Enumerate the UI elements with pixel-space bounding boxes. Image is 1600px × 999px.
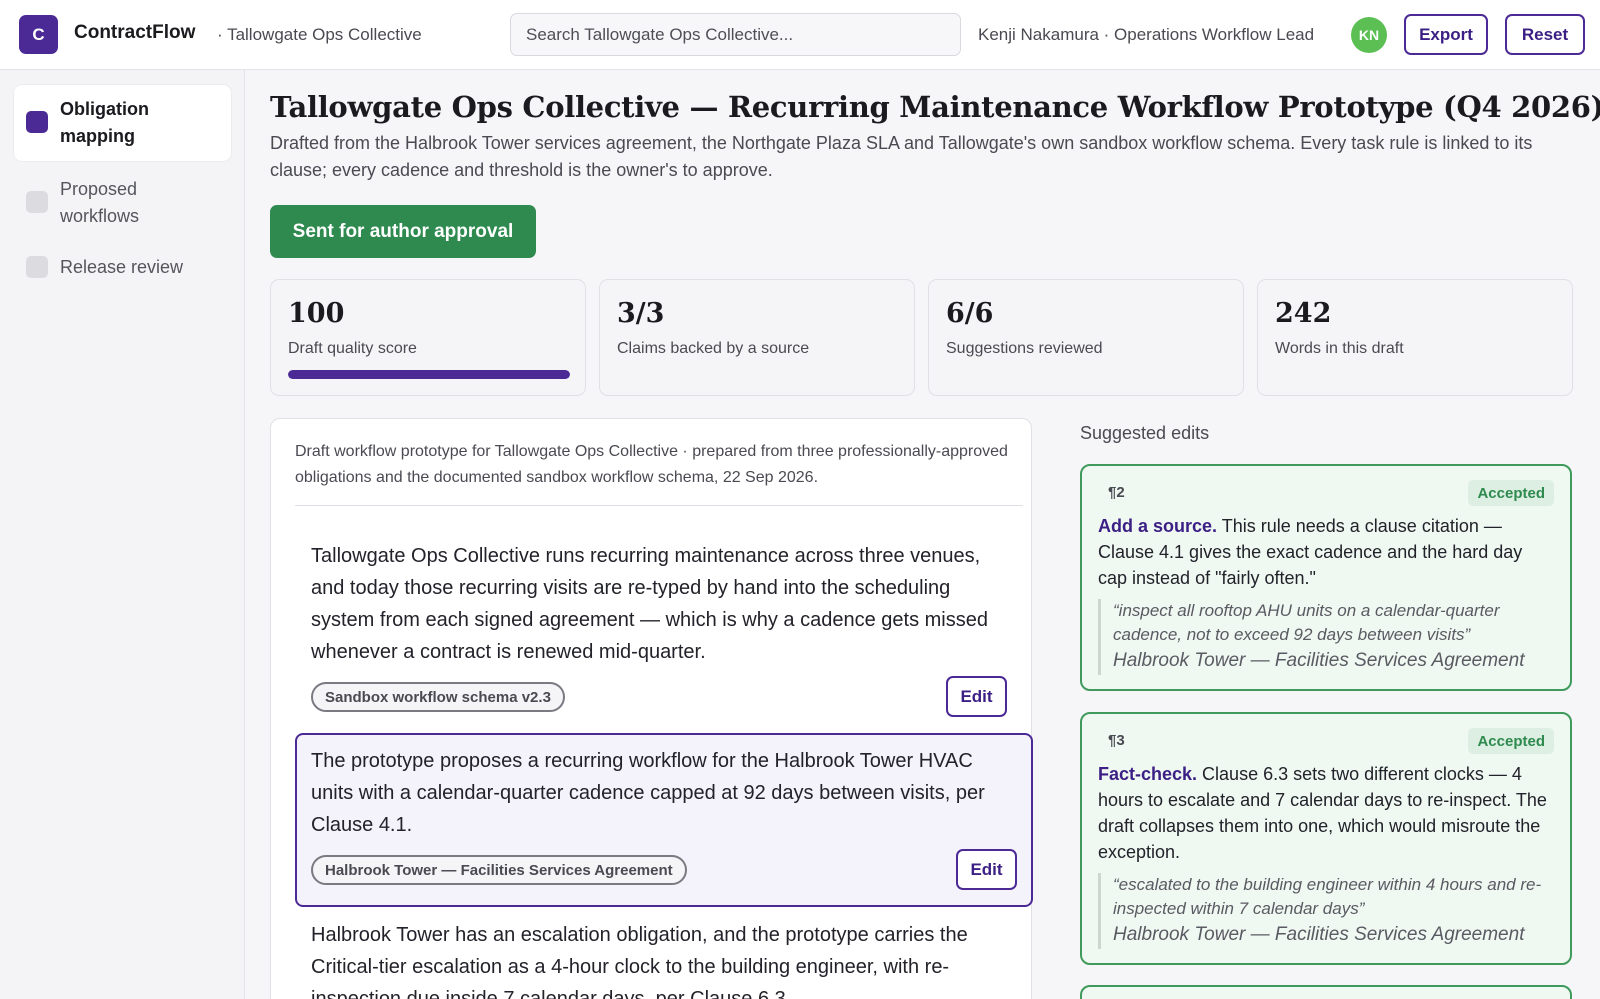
stat-card-words: 242 Words in this draft — [1257, 279, 1573, 396]
stat-card-quality: 100 Draft quality score — [270, 279, 586, 396]
stat-label: Words in this draft — [1275, 340, 1404, 357]
suggestion-card[interactable]: ¶2 Accepted Add a source. This rule need… — [1080, 464, 1572, 691]
checkbox-icon — [26, 256, 48, 278]
draft-panel: Draft workflow prototype for Tallowgate … — [270, 418, 1033, 999]
suggestion-body: Add a source. This rule needs a clause c… — [1098, 513, 1554, 591]
edit-button[interactable]: Edit — [946, 676, 1007, 717]
author-approval-button[interactable]: Sent for author approval — [270, 205, 536, 258]
quote-text: “inspect all rooftop AHU units on a cale… — [1113, 601, 1500, 644]
stat-value: 6/6 — [946, 298, 994, 329]
sidebar-item-label: Release review — [60, 257, 184, 277]
clause-quote: “escalated to the building engineer with… — [1098, 873, 1554, 949]
suggestions-heading: Suggested edits — [1080, 423, 1210, 443]
app-name: ContractFlow — [74, 22, 196, 43]
source-pill[interactable]: Sandbox workflow schema v2.3 — [311, 682, 565, 712]
draft-paragraph-2[interactable]: The prototype proposes a recurring workf… — [295, 733, 1033, 907]
paragraph-text: The prototype proposes a recurring workf… — [311, 750, 985, 836]
quote-source: Halbrook Tower — Facilities Services Agr… — [1113, 650, 1525, 671]
suggestion-card[interactable]: ¶3 Accepted Fact-check. Clause 6.3 sets … — [1080, 712, 1572, 965]
user-label: Kenji Nakamura · Operations Workflow Lea… — [978, 25, 1315, 44]
stat-value: 242 — [1275, 298, 1332, 329]
stat-card-claims: 3/3 Claims backed by a source — [599, 279, 915, 396]
draft-header: Draft workflow prototype for Tallowgate … — [295, 439, 1023, 506]
checkbox-icon — [26, 111, 48, 133]
sidebar-item-label: Proposed workflows — [60, 179, 140, 226]
suggestion-body: Fact-check. Clause 6.3 sets two differen… — [1098, 761, 1554, 865]
export-button[interactable]: Export — [1404, 14, 1488, 55]
search-input[interactable] — [510, 13, 961, 56]
stat-label: Claims backed by a source — [617, 340, 810, 357]
quality-progress-fill — [288, 370, 570, 379]
paragraph-text: Tallowgate Ops Collective runs recurring… — [311, 545, 988, 663]
workspace-name: · Tallowgate Ops Collective — [217, 25, 422, 44]
top-bar: C ContractFlow · Tallowgate Ops Collecti… — [0, 0, 1600, 70]
suggestion-paragraph-ref: ¶2 — [1108, 484, 1125, 501]
source-pill[interactable]: Halbrook Tower — Facilities Services Agr… — [311, 855, 687, 885]
quote-text: “escalated to the building engineer with… — [1113, 875, 1542, 918]
edit-button[interactable]: Edit — [956, 849, 1017, 890]
avatar[interactable]: KN — [1351, 17, 1387, 53]
sidebar-item-obligation-mapping[interactable]: Obligation mapping — [14, 85, 231, 161]
suggestion-card[interactable] — [1080, 985, 1572, 999]
paragraph-text: Halbrook Tower has an escalation obligat… — [311, 924, 968, 999]
page-title: Tallowgate Ops Collective — Recurring Ma… — [270, 90, 1600, 124]
suggestion-paragraph-ref: ¶3 — [1108, 732, 1125, 749]
stat-label: Suggestions reviewed — [946, 340, 1103, 357]
checkbox-icon — [26, 191, 48, 213]
sidebar-item-proposed-workflows[interactable]: Proposed workflows — [14, 165, 231, 241]
logo-badge-icon: C — [19, 15, 58, 54]
sidebar: Obligation mapping Proposed workflows Re… — [0, 70, 245, 999]
page-subtitle: Drafted from the Halbrook Tower services… — [270, 133, 1533, 180]
suggestion-kind: Add a source. — [1098, 516, 1218, 536]
draft-paragraph-1[interactable]: Tallowgate Ops Collective runs recurring… — [295, 528, 1023, 734]
sidebar-item-label: Obligation mapping — [60, 99, 149, 146]
suggestion-kind: Fact-check. — [1098, 764, 1198, 784]
reset-button[interactable]: Reset — [1505, 14, 1585, 55]
quote-source: Halbrook Tower — Facilities Services Agr… — [1113, 924, 1525, 945]
stat-value: 100 — [288, 298, 345, 329]
draft-paragraph-3[interactable]: Halbrook Tower has an escalation obligat… — [295, 907, 1023, 999]
status-badge: Accepted — [1468, 480, 1554, 506]
sidebar-item-release-review[interactable]: Release review — [14, 243, 231, 292]
quality-progress-bar — [288, 370, 570, 379]
status-badge: Accepted — [1468, 728, 1554, 754]
clause-quote: “inspect all rooftop AHU units on a cale… — [1098, 599, 1554, 675]
stat-value: 3/3 — [617, 298, 665, 329]
stat-label: Draft quality score — [288, 340, 417, 357]
stat-card-suggestions: 6/6 Suggestions reviewed — [928, 279, 1244, 396]
